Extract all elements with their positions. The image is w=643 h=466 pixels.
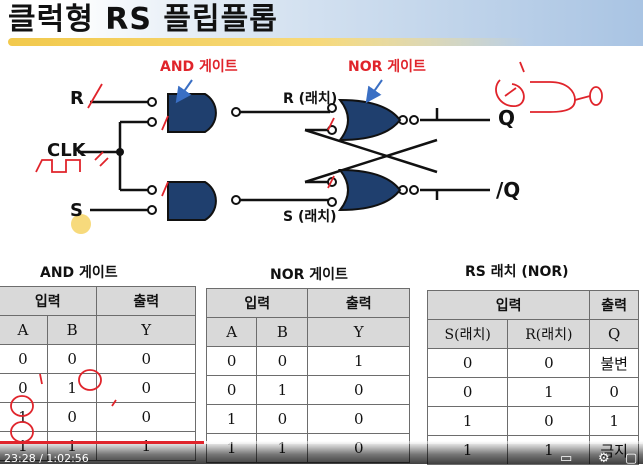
r-latch-label: R (래치) (283, 91, 338, 107)
table-cell: 1 (205, 404, 258, 434)
group-header-input: 입력 (426, 290, 591, 320)
slide-title: 클럭형 RS 플립플롭 (8, 2, 278, 37)
table-cell: 0 (256, 404, 309, 434)
video-control-bar (0, 441, 643, 464)
input-s-label: S (70, 200, 83, 221)
table-cell: 0 (205, 346, 258, 376)
table-cell: 0 (256, 346, 309, 376)
input-r-label: R (70, 88, 84, 109)
group-header-output: 출력 (589, 290, 639, 320)
column-header: A (0, 315, 48, 345)
rs-table-title: RS 래치 (NOR) (465, 264, 569, 280)
group-header-output: 출력 (96, 286, 196, 316)
output-qbar-label: /Q (496, 178, 521, 202)
table-row: 0 1 0 (426, 377, 639, 407)
table-row: 0 0 불변 (426, 348, 639, 378)
playback-time: 23:28 / 1:02:56 (4, 452, 89, 465)
table-cell: 1 (426, 406, 509, 436)
nor-gate-top (337, 98, 402, 142)
table-cell: 불변 (589, 348, 639, 378)
table-cell: 0 (589, 377, 639, 407)
column-header: Y (307, 317, 410, 347)
progress-fill[interactable] (0, 441, 205, 444)
and-gate-caption: AND 게이트 (160, 59, 238, 75)
table-row: 1 0 0 (205, 404, 410, 434)
table-cell: 1 (256, 375, 309, 405)
s-latch-label: S (래치) (283, 209, 337, 225)
column-header: Y (96, 315, 196, 345)
junction-dot (116, 148, 124, 156)
table-cell: 0 (307, 375, 410, 405)
table-cell: 0 (426, 348, 509, 378)
table-cell: 1 (307, 346, 410, 376)
rs-latch-truth-table: 입력 출력 S(래치) R(래치) Q 0 0 불변 0 1 0 1 0 1 1… (426, 290, 639, 465)
column-header: R(래치) (507, 319, 591, 349)
table-row: 0 0 1 (205, 346, 410, 376)
table-cell: 1 (507, 377, 591, 407)
table-handwriting (10, 369, 117, 443)
group-header-input: 입력 (0, 286, 98, 316)
table-cell: 0 (507, 406, 591, 436)
group-header-input: 입력 (205, 288, 309, 318)
table-cell: 0 (426, 377, 509, 407)
output-q-label: Q (498, 106, 516, 130)
table-cell: 1 (589, 406, 639, 436)
nor-pointer-arrow (365, 79, 383, 104)
table-row: 1 0 1 (426, 406, 639, 436)
column-header: B (256, 317, 309, 347)
group-header-output: 출력 (307, 288, 410, 318)
table-cell: 0 (507, 348, 591, 378)
and-table-title: AND 게이트 (40, 265, 118, 281)
table-row: 0 1 0 (205, 375, 410, 405)
title-underline (8, 38, 528, 46)
table-cell: 0 (205, 375, 258, 405)
column-header: S(래치) (426, 319, 509, 349)
nor-truth-table: 입력 출력 A B Y 0 0 1 0 1 0 1 0 0 1 1 0 (205, 288, 410, 463)
column-header: Q (589, 319, 639, 349)
progress-buffer (204, 441, 232, 444)
table-cell: 0 (307, 404, 410, 434)
and-gate-bottom (167, 181, 217, 221)
column-header: B (46, 315, 98, 345)
column-header: A (205, 317, 258, 347)
and-gate-top (167, 93, 217, 133)
nor-gate-caption: NOR 게이트 (348, 59, 426, 75)
input-clk-label: CLK (47, 140, 86, 161)
nor-gate-bottom (337, 168, 402, 212)
nor-table-title: NOR 게이트 (270, 267, 348, 283)
